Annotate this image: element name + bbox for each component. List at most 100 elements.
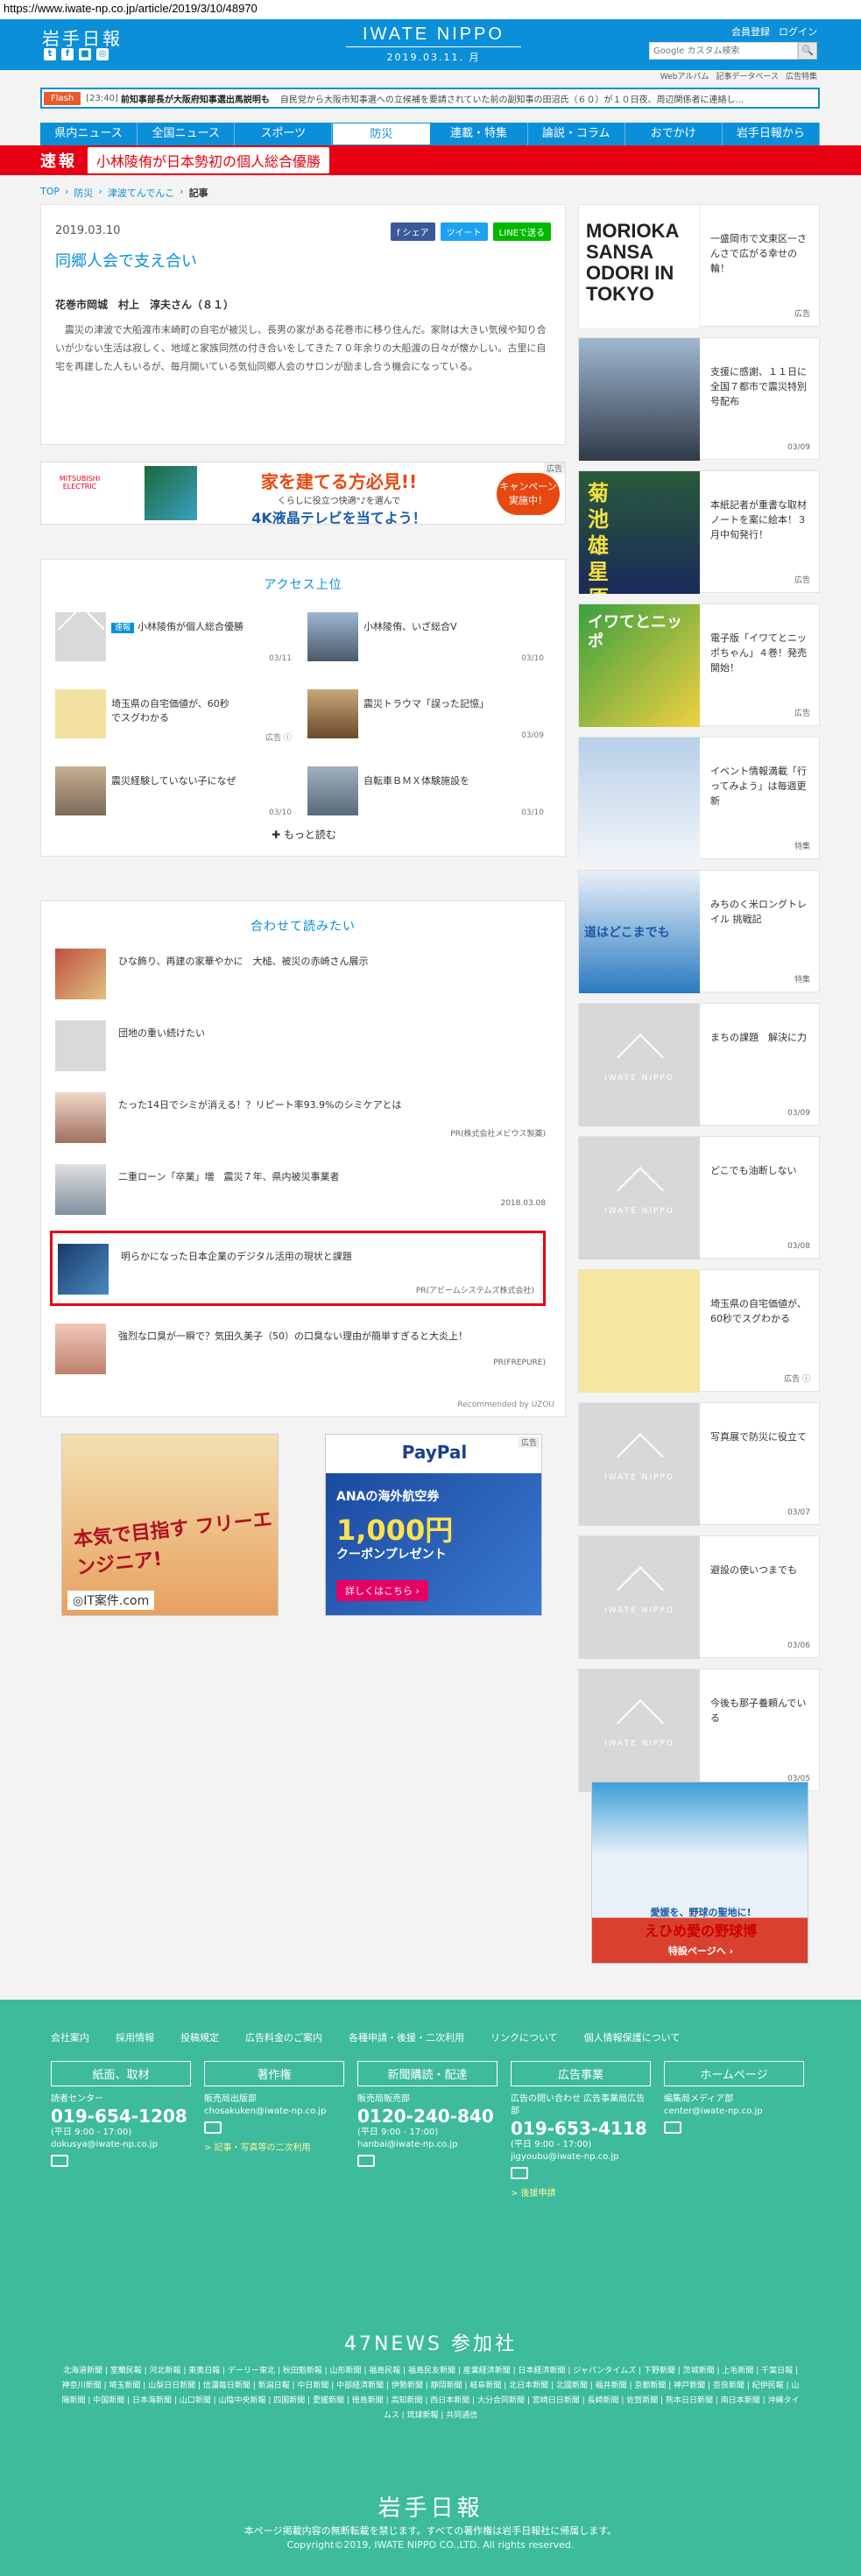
sidebar-item-title: みちのく米ロングトレイル 挑戦記: [710, 899, 807, 925]
breaking-title[interactable]: 小林陵侑が日本勢初の個人総合優勝: [88, 147, 330, 173]
footer-logo[interactable]: 岩手日報: [0, 2490, 861, 2523]
sidebar-item[interactable]: 道はどこまでも みちのく米ロングトレイル 挑戦記 特集: [578, 870, 820, 993]
recommend-item[interactable]: たった14日でシミが消える！？リピート率93.9%のシミケアとは PR(株式会社…: [55, 1089, 554, 1150]
access-item[interactable]: 自転車ＢＭＸ体験施設を 03/10: [307, 766, 553, 826]
facebook-icon[interactable]: f: [61, 48, 74, 60]
sidebar-item[interactable]: IWATE NIPPO 避設の使いつまでも 03/06: [578, 1535, 820, 1659]
nav-series[interactable]: 連載・特集: [431, 123, 528, 145]
email-address[interactable]: jigyoubu@iwate-np.co.jp: [511, 2151, 651, 2163]
email-address[interactable]: center@iwate-np.co.jp: [664, 2106, 804, 2118]
breadcrumb-disaster[interactable]: 防災: [74, 186, 93, 200]
footer-link[interactable]: リンクについて: [490, 2030, 558, 2044]
email-address[interactable]: dokusya@iwate-np.co.jp: [51, 2139, 191, 2151]
read-more-button[interactable]: ✚ もっと読む: [41, 827, 567, 842]
it-ad[interactable]: 本気で目指す フリーエンジニア! ◎IT案件.com: [61, 1434, 279, 1616]
flash-news-bar[interactable]: Flash [23:40] 前知事部長が大阪府知事選出馬説明も 自民党から大阪市…: [40, 88, 820, 109]
baseball-expo-ad[interactable]: 愛媛を、野球の聖地に! えひめ愛の野球博 特設ページへ ›: [591, 1782, 808, 1964]
footer-link[interactable]: 各種申請・後援・二次利用: [349, 2030, 464, 2044]
access-item-date: 広告 ⓘ: [265, 734, 292, 743]
sponsorship-link[interactable]: > 後援申請: [511, 2185, 651, 2198]
sidebar-item[interactable]: IWATE NIPPO 今後も那子養頼んでいる 03/05: [578, 1669, 820, 1792]
footer-link[interactable]: 投稿規定: [180, 2030, 219, 2044]
flash-tag: Flash: [44, 91, 81, 105]
twitter-icon[interactable]: t: [44, 48, 56, 60]
flash-headline[interactable]: 前知事部長が大阪府知事選出馬説明も: [121, 92, 270, 105]
url-bar[interactable]: https://www.iwate-np.co.jp/article/2019/…: [0, 0, 861, 19]
email-address[interactable]: chosakuken@iwate-np.co.jp: [204, 2106, 344, 2118]
paypal-ad-button[interactable]: 詳しくはこちら ›: [336, 1580, 428, 1601]
site-logo[interactable]: 岩手日報: [42, 25, 123, 50]
footer-link[interactable]: 広告料金のご案内: [245, 2030, 322, 2044]
recommend-item[interactable]: 二重ローン「卒業」増 震災７年、県内被災事業者 2018.03.08: [55, 1161, 554, 1222]
recommend-item[interactable]: 団地の重い続けたい: [55, 1017, 554, 1078]
paypal-ad[interactable]: PayPal ANAの海外航空券 1,000円 クーポンプレゼント 詳しくはこち…: [325, 1434, 542, 1616]
access-item[interactable]: 小林陵侑、いざ総合V 03/10: [307, 612, 553, 672]
phone-number[interactable]: 019-654-1208: [51, 2106, 191, 2127]
sidebar-item[interactable]: MORIOKA SANSA ODORI IN TOKYO 一盛岡市で文東区一さん…: [578, 204, 820, 328]
nav-sports[interactable]: スポーツ: [235, 123, 333, 145]
search-icon[interactable]: 🔍: [798, 42, 817, 60]
partner-papers-list[interactable]: 北海道新聞 | 室蘭民報 | 河北新報 | 東奥日報 | デーリー東北 | 秋田…: [61, 2364, 800, 2424]
access-item[interactable]: 震災トラウマ「誤った記憶」 03/09: [307, 689, 553, 749]
center-logo[interactable]: IWATE NIPPO 2019.03.11. 月: [346, 25, 521, 64]
footer-link[interactable]: 個人情報保護について: [584, 2030, 681, 2044]
placeholder-thumb: IWATE NIPPO: [579, 1403, 700, 1526]
nav-local-news[interactable]: 県内ニュース: [40, 123, 138, 145]
sidebar-item[interactable]: 支援に感謝、１１日に全国７都市で震災特別号配布 03/09: [578, 337, 820, 461]
breadcrumb-top[interactable]: TOP: [40, 186, 60, 200]
sidebar-item-title: 避設の使いつまでも: [710, 1564, 797, 1576]
youtube-icon[interactable]: ■: [79, 48, 91, 60]
access-item[interactable]: 埼玉県の自宅価値が、60秒でスグわかる 広告 ⓘ: [55, 689, 300, 749]
register-link[interactable]: 会員登録: [731, 25, 770, 39]
nav-column[interactable]: 論説・コラム: [528, 123, 625, 145]
instagram-icon[interactable]: ◎: [96, 48, 109, 60]
phone-number[interactable]: 019-653-4118: [511, 2118, 651, 2139]
sidebar-item[interactable]: 埼玉県の自宅価値が、60秒でスグわかる 広告 ⓘ: [578, 1269, 820, 1393]
access-item[interactable]: 震災経験していない子になぜ 03/10: [55, 766, 300, 826]
breaking-news-bar: 速報 小林陵侑が日本勢初の個人総合優勝: [0, 145, 861, 175]
placeholder-thumb: IWATE NIPPO: [579, 1004, 700, 1126]
nav-disaster[interactable]: 防災: [332, 123, 431, 145]
uzou-credit[interactable]: Recommended by UZOU: [457, 1401, 554, 1409]
mail-icon[interactable]: [664, 2121, 681, 2134]
mail-icon[interactable]: [511, 2167, 528, 2179]
line-share-button[interactable]: LINEで送る: [492, 222, 551, 241]
nav-outing[interactable]: おでかけ: [625, 123, 723, 145]
sidebar-item[interactable]: 菊池雄星 原点 本紙記者が重書な取材ノートを案に絵本！３月中旬発行！ 広告: [578, 470, 820, 594]
flash-body[interactable]: 自民党から大阪市知事選への立候補を要請されていた前の副知事の田沼氏（６０）が１０…: [280, 92, 744, 105]
sidebar-item[interactable]: IWATE NIPPO どこでも油断しない 03/08: [578, 1136, 820, 1260]
phone-number[interactable]: 0120-240-840: [357, 2106, 498, 2127]
access-item-title: 速報 小林陵侑が個人総合優勝: [111, 619, 243, 633]
breadcrumb-tsunami[interactable]: 津波てんでんこ: [108, 186, 174, 200]
tweet-button[interactable]: ツイート: [440, 222, 488, 241]
subnav-item[interactable]: 広告特集: [786, 70, 817, 81]
recommend-item[interactable]: 強烈な口臭が一瞬で？気田久美子（50）の口臭ない理由が簡単すぎると大炎上！ PR…: [55, 1320, 554, 1381]
subnav-item[interactable]: 記事データベース: [716, 70, 779, 81]
search-input[interactable]: [649, 42, 798, 60]
sidebar-item[interactable]: IWATE NIPPO 写真展で防災に役立て 03/07: [578, 1402, 820, 1526]
recommend-item-highlighted[interactable]: 明らかになった日本企業のデジタル活用の現状と課題 PR(アビームシステムズ株式会…: [50, 1231, 546, 1306]
footer-link[interactable]: 採用情報: [116, 2030, 154, 2044]
mail-icon[interactable]: [357, 2155, 375, 2167]
ad-tag: 広告: [543, 462, 565, 474]
recommend-item[interactable]: ひな飾り、再建の家華やかに 大槌、被災の赤崎さん展示: [55, 945, 554, 1006]
subnav-item[interactable]: Webアルバム: [660, 70, 709, 81]
login-link[interactable]: ログイン: [779, 25, 817, 39]
facebook-share-button[interactable]: f シェア: [390, 222, 435, 241]
secondary-use-link[interactable]: > 記事・写真等の二次利用: [204, 2140, 344, 2153]
footer-col-sub: 広告の問い合わせ 広告事業局広告部: [511, 2094, 646, 2116]
footer-link[interactable]: 会社案内: [51, 2030, 89, 2044]
email-address[interactable]: hanbai@iwate-np.co.jp: [357, 2139, 498, 2151]
nav-national-news[interactable]: 全国ニュース: [138, 123, 236, 145]
footer-col-head: ホームページ: [664, 2061, 804, 2086]
access-item[interactable]: 速報 小林陵侑が個人総合優勝 03/11: [55, 612, 300, 672]
mail-icon[interactable]: [51, 2155, 68, 2167]
hours: (平日 9:00 - 17:00): [51, 2128, 132, 2137]
sidebar-item[interactable]: IWATE NIPPO まちの課題 解決に力 03/09: [578, 1003, 820, 1126]
sidebar-item[interactable]: イワてとニッポ 電子版「イワてとニッポちゃん」４巻！発売開始！ 広告: [578, 603, 820, 727]
nav-from-iwate-nippo[interactable]: 岩手日報から: [723, 123, 820, 145]
banner-ad[interactable]: MITSUBISHI ELECTRIC 家を建てる方必見!! くらしに役立つ快適…: [40, 462, 566, 525]
mail-icon[interactable]: [204, 2121, 222, 2134]
sidebar-item-date: 特集: [794, 976, 810, 985]
sidebar-item[interactable]: イベント情報満載「行ってみよう」は毎週更新 特集: [578, 737, 820, 860]
